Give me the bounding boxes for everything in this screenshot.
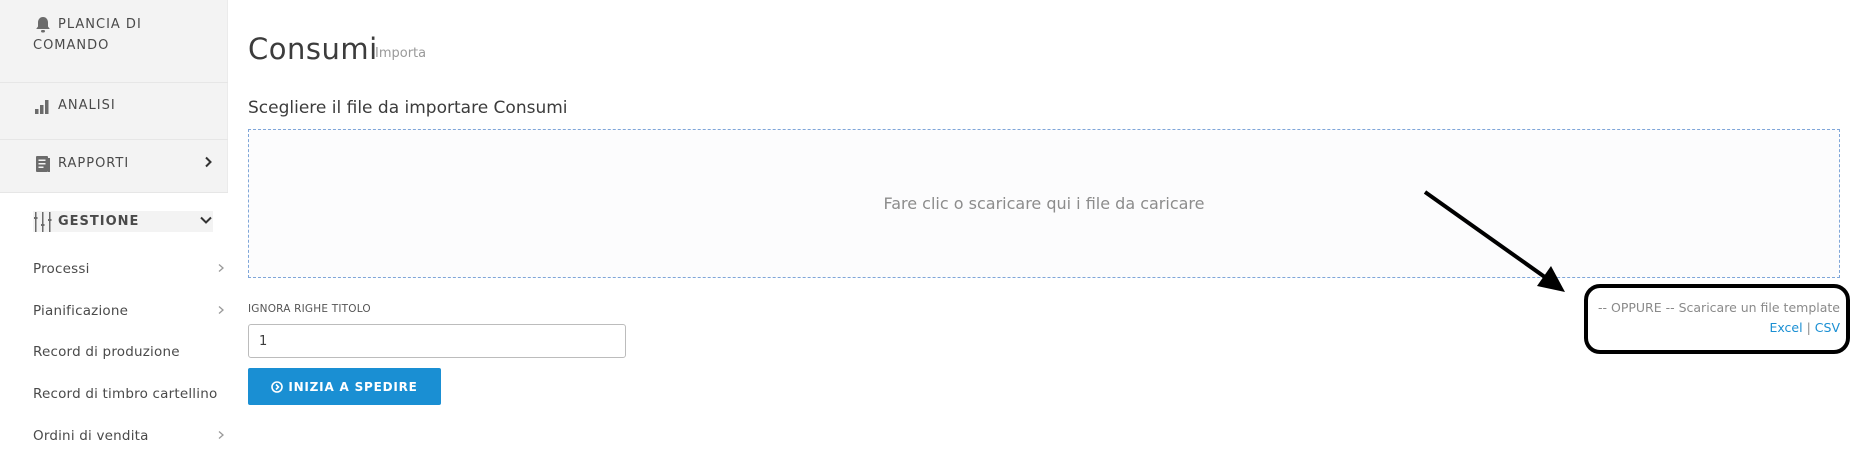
chevron-down-icon — [199, 214, 213, 229]
chevron-right-icon — [217, 262, 225, 277]
page-title: Consumi — [248, 32, 378, 66]
dropzone-text: Fare clic o scaricare qui i file da cari… — [883, 194, 1205, 213]
csv-template-link[interactable]: CSV — [1815, 320, 1840, 335]
chevron-right-icon — [217, 429, 225, 444]
sidebar-subitem-label: Record di timbro cartellino — [33, 386, 218, 402]
sidebar-subitem-record-timbro[interactable]: Record di timbro cartellino — [33, 386, 233, 402]
sidebar-subitem-processi[interactable]: Processi — [33, 261, 224, 277]
sliders-icon — [33, 211, 53, 232]
document-icon — [33, 154, 53, 174]
sidebar-divider — [0, 192, 228, 193]
chevron-right-icon — [203, 156, 213, 172]
sidebar-item-rapporti[interactable]: RAPPORTI — [33, 153, 213, 174]
sidebar-item-label: GESTIONE — [58, 214, 140, 229]
sidebar: PLANCIA DI COMANDO ANALISI RAPPORTI GEST… — [0, 0, 228, 453]
sidebar-item-analisi[interactable]: ANALISI — [33, 95, 213, 116]
page-subtitle: Importa — [375, 46, 427, 61]
bar-chart-icon — [33, 96, 53, 116]
ignore-rows-input[interactable] — [248, 324, 626, 358]
file-dropzone[interactable]: Fare clic o scaricare qui i file da cari… — [248, 129, 1840, 278]
sidebar-divider — [0, 82, 228, 83]
start-import-button[interactable]: INIZIA A SPEDIRE — [248, 368, 441, 405]
annotation-highlight-box — [1584, 284, 1850, 354]
sidebar-item-label: PLANCIA DI — [58, 17, 142, 32]
sidebar-divider — [0, 139, 228, 140]
link-separator: | — [1806, 320, 1811, 335]
ignore-rows-label: IGNORA RIGHE TITOLO — [248, 303, 371, 315]
sidebar-item-dashboard[interactable]: PLANCIA DI COMANDO — [33, 14, 213, 56]
template-download-links: Excel | CSV — [1769, 320, 1840, 335]
section-title: Scegliere il file da importare Consumi — [248, 98, 568, 118]
chevron-right-icon — [217, 304, 225, 319]
sidebar-item-gestione[interactable]: GESTIONE — [33, 211, 213, 232]
sidebar-subitem-label: Processi — [33, 261, 90, 277]
sidebar-subitem-pianificazione[interactable]: Pianificazione — [33, 303, 224, 319]
circle-arrow-icon — [271, 380, 284, 393]
annotation-arrow-icon — [1423, 190, 1565, 292]
sidebar-item-label: ANALISI — [58, 98, 116, 113]
start-import-label: INIZIA A SPEDIRE — [288, 379, 418, 394]
excel-template-link[interactable]: Excel — [1769, 320, 1802, 335]
sidebar-item-label: RAPPORTI — [58, 156, 130, 171]
sidebar-subitem-label: Pianificazione — [33, 303, 129, 319]
sidebar-item-label-line2: COMANDO — [33, 38, 110, 53]
sidebar-subitem-ordini-vendita[interactable]: Ordini di vendita — [33, 428, 224, 444]
template-download-text: -- OPPURE -- Scaricare un file template — [1597, 300, 1840, 315]
sidebar-subitem-record-produzione[interactable]: Record di produzione — [33, 344, 213, 360]
sidebar-subitem-label: Record di produzione — [33, 344, 180, 360]
sidebar-subitem-label: Ordini di vendita — [33, 428, 149, 444]
